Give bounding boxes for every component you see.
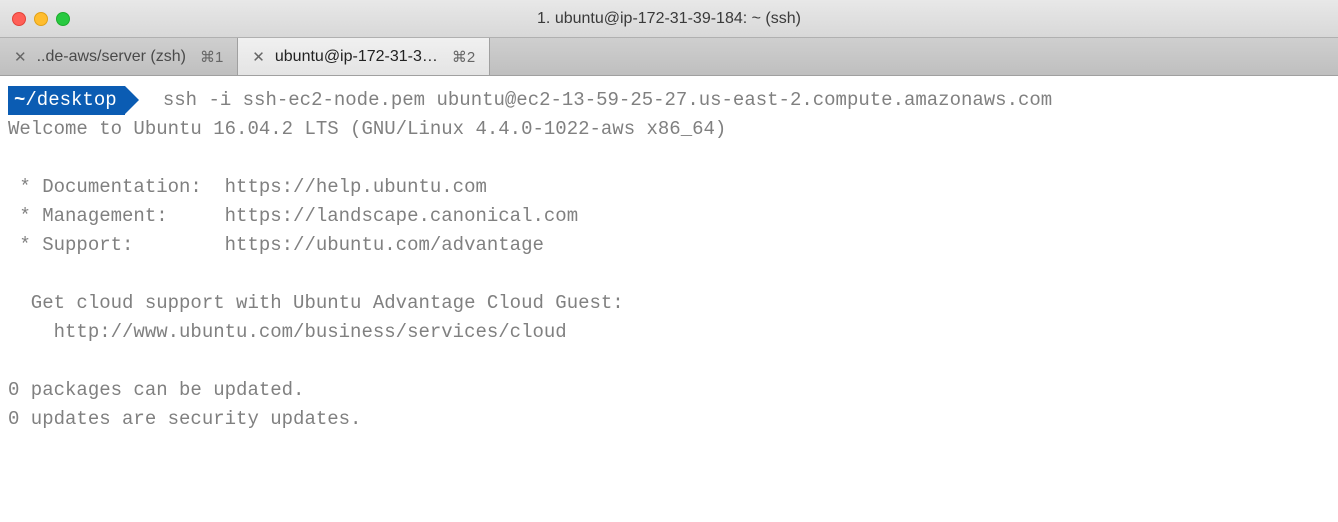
tab-inactive[interactable]: ✕ ..de-aws/server (zsh) ⌘1 (0, 38, 238, 75)
command-text: ssh -i ssh-ec2-node.pem ubuntu@ec2-13-59… (163, 89, 1052, 111)
prompt-path: /desktop (25, 89, 116, 111)
tab-label: ..de-aws/server (zsh) (37, 48, 186, 66)
traffic-lights (12, 12, 70, 26)
tab-bar: ✕ ..de-aws/server (zsh) ⌘1 ✕ ubuntu@ip-1… (0, 38, 1338, 76)
motd-welcome: Welcome to Ubuntu 16.04.2 LTS (GNU/Linux… (8, 118, 726, 140)
window-title: 1. ubuntu@ip-172-31-39-184: ~ (ssh) (537, 10, 801, 28)
tab-label: ubuntu@ip-172-31-3… (275, 48, 438, 66)
motd-cloud-1: Get cloud support with Ubuntu Advantage … (8, 292, 624, 314)
prompt-badge: ~/desktop (8, 86, 125, 115)
tab-shortcut: ⌘2 (452, 48, 475, 66)
close-icon[interactable]: ✕ (14, 48, 27, 66)
window-titlebar: 1. ubuntu@ip-172-31-39-184: ~ (ssh) (0, 0, 1338, 38)
maximize-window-button[interactable] (56, 12, 70, 26)
motd-cloud-2: http://www.ubuntu.com/business/services/… (8, 321, 567, 343)
prompt-tilde: ~ (14, 89, 25, 111)
tab-active[interactable]: ✕ ubuntu@ip-172-31-3… ⌘2 (238, 38, 490, 75)
motd-documentation: * Documentation: https://help.ubuntu.com (8, 176, 487, 198)
terminal-content[interactable]: ~/desktop ssh -i ssh-ec2-node.pem ubuntu… (0, 76, 1338, 444)
motd-security: 0 updates are security updates. (8, 408, 361, 430)
close-icon[interactable]: ✕ (252, 48, 265, 66)
minimize-window-button[interactable] (34, 12, 48, 26)
motd-management: * Management: https://landscape.canonica… (8, 205, 578, 227)
close-window-button[interactable] (12, 12, 26, 26)
motd-support: * Support: https://ubuntu.com/advantage (8, 234, 544, 256)
motd-packages: 0 packages can be updated. (8, 379, 304, 401)
tab-shortcut: ⌘1 (200, 48, 223, 66)
